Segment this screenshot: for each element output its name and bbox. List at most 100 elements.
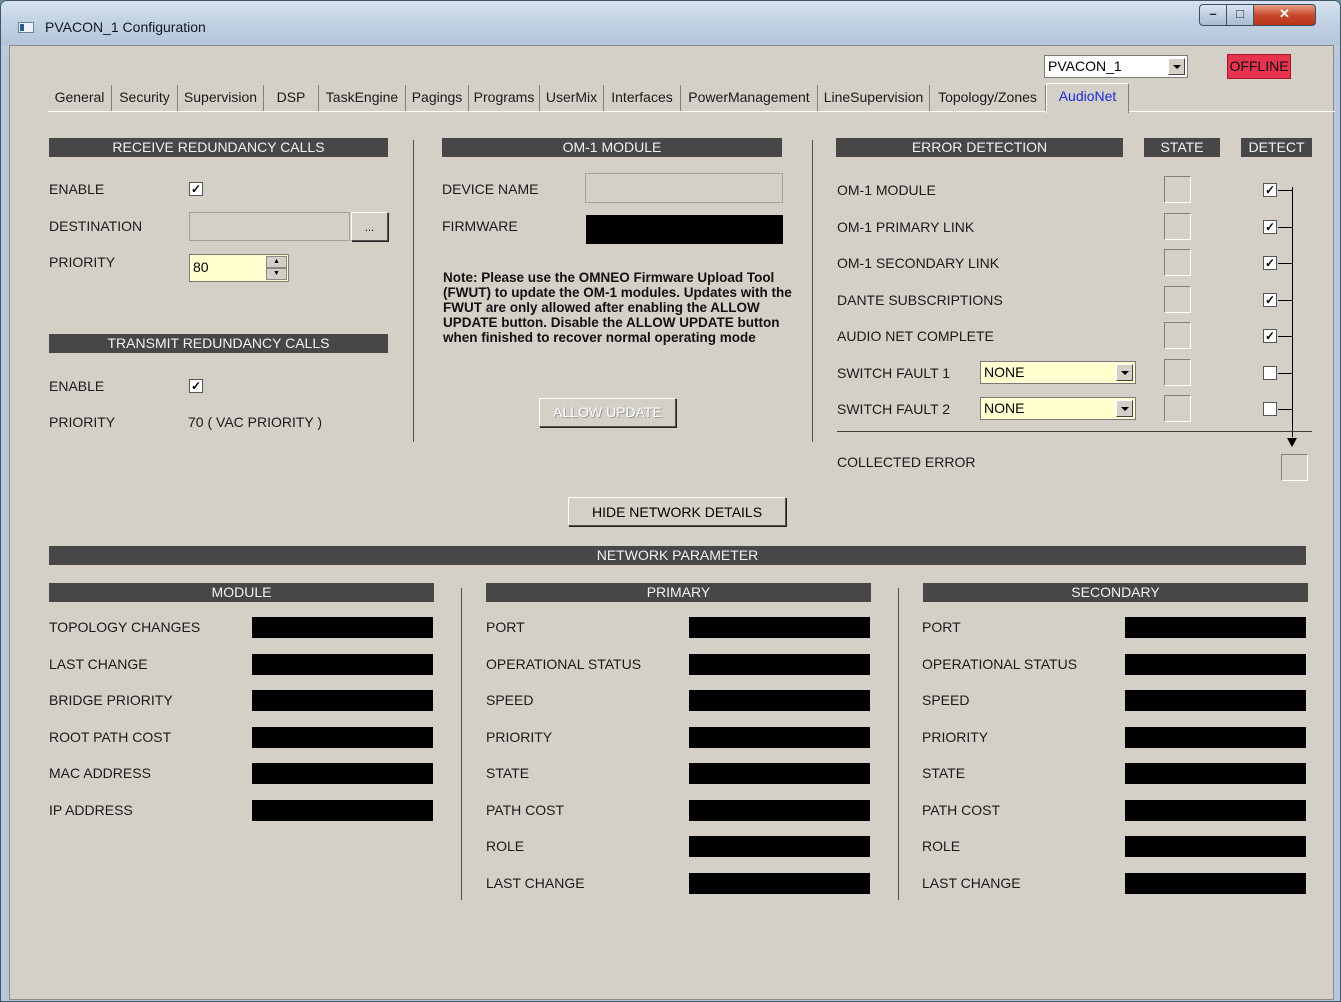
module-row-value	[252, 799, 433, 821]
secondary-row-label: OPERATIONAL STATUS	[922, 655, 1078, 672]
module-row-label: MAC ADDRESS	[49, 765, 151, 781]
column-divider	[812, 140, 813, 442]
transmit-enable-label: ENABLE	[49, 378, 105, 394]
switch-fault-select[interactable]: NONE	[980, 360, 1136, 384]
module-row-value	[252, 690, 433, 711]
detect-collector-line	[1292, 187, 1293, 437]
primary-row-value	[689, 617, 870, 638]
secondary-row-label: PATH COST	[922, 801, 1001, 818]
destination-field[interactable]	[189, 212, 350, 241]
secondary-row-value	[1125, 872, 1306, 894]
dropdown-arrow-icon[interactable]	[1116, 363, 1133, 381]
switch-fault-value: NONE	[984, 400, 1025, 416]
maximize-icon: □	[1236, 6, 1244, 21]
destination-label: DESTINATION	[49, 218, 143, 234]
tab-general[interactable]: General	[48, 85, 112, 111]
detect-checkbox[interactable]: ✓	[1263, 256, 1277, 270]
detect-connector-line	[1278, 226, 1292, 228]
tab-dsp[interactable]: DSP	[264, 85, 319, 111]
tab-supervision[interactable]: Supervision	[178, 85, 264, 111]
tab-linesupervision[interactable]: LineSupervision	[818, 85, 930, 111]
primary-row-label: PATH COST	[486, 801, 565, 818]
tab-audionet[interactable]: AudioNet	[1046, 83, 1129, 113]
primary-row-label: SPEED	[486, 692, 534, 708]
tab-topology-zones[interactable]: Topology/Zones	[930, 85, 1046, 111]
detect-connector-line	[1278, 372, 1292, 374]
detect-checkbox[interactable]: ✓	[1263, 292, 1277, 307]
error-state-indicator	[1164, 176, 1191, 203]
secondary-row-label: LAST CHANGE	[922, 874, 1021, 891]
detect-checkbox[interactable]: ✓	[1263, 219, 1277, 234]
error-row-label: DANTE SUBSCRIPTIONS	[837, 291, 1003, 308]
spin-down-icon[interactable]: ▼	[266, 268, 287, 280]
dropdown-arrow-icon[interactable]	[1168, 58, 1185, 75]
detect-checkbox[interactable]: ✓	[1263, 329, 1277, 343]
primary-header: PRIMARY	[486, 583, 871, 602]
module-row-label: LAST CHANGE	[49, 655, 148, 672]
device-name-field[interactable]	[585, 173, 783, 203]
secondary-row-value	[1125, 836, 1306, 857]
column-divider	[413, 140, 414, 442]
primary-row-value	[689, 690, 870, 711]
error-row-label: OM-1 PRIMARY LINK	[837, 218, 975, 235]
client-area: PVACON_1 OFFLINE General Security Supervis…	[9, 45, 1335, 1000]
error-state-indicator	[1164, 285, 1191, 313]
device-select[interactable]: PVACON_1	[1044, 55, 1188, 78]
close-button[interactable]: ✕	[1254, 4, 1316, 26]
transmit-header: TRANSMIT REDUNDANCY CALLS	[49, 334, 388, 353]
error-row-label: OM-1 SECONDARY LINK	[837, 255, 1000, 271]
title-bar[interactable]: PVACON_1 Configuration – □ ✕	[1, 1, 1340, 45]
detect-connector-line	[1278, 263, 1292, 264]
checkmark-icon: ✓	[1264, 183, 1276, 197]
om1-header: OM-1 MODULE	[442, 138, 782, 157]
maximize-button[interactable]: □	[1227, 4, 1254, 26]
tab-strip-divider	[48, 111, 1335, 112]
hide-network-details-button[interactable]: HIDE NETWORK DETAILS	[568, 497, 786, 526]
checkmark-icon: ✓	[1264, 329, 1276, 343]
detect-connector-line	[1278, 336, 1292, 337]
module-row-label: BRIDGE PRIORITY	[49, 692, 173, 708]
secondary-row-value	[1125, 799, 1306, 821]
tab-interfaces[interactable]: Interfaces	[604, 85, 681, 111]
tab-pagings[interactable]: Pagings	[406, 85, 469, 111]
detect-checkbox[interactable]: ✓	[1263, 183, 1277, 197]
tab-powermanagement[interactable]: PowerManagement	[681, 85, 818, 111]
tab-security[interactable]: Security	[112, 85, 178, 111]
transmit-enable-checkbox[interactable]: ✓	[189, 379, 203, 393]
receive-enable-checkbox[interactable]: ✓	[189, 182, 203, 196]
tab-usermix[interactable]: UserMix	[540, 85, 604, 111]
secondary-row-label: PORT	[922, 619, 961, 635]
tab-taskengine[interactable]: TaskEngine	[319, 85, 406, 111]
primary-row-value	[689, 653, 870, 675]
receive-priority-value: 80	[193, 259, 209, 275]
allow-update-button[interactable]: ALLOW UPDATE	[539, 398, 676, 427]
error-row-label: SWITCH FAULT 1	[837, 364, 951, 381]
transmit-priority-value: 70 ( VAC PRIORITY )	[188, 414, 323, 430]
arrow-down-icon	[1287, 438, 1297, 447]
error-row-label: OM-1 MODULE	[837, 182, 936, 198]
primary-row-value	[689, 872, 870, 894]
detect-checkbox[interactable]	[1263, 402, 1277, 416]
minimize-button[interactable]: –	[1199, 4, 1227, 26]
secondary-row-value	[1125, 617, 1306, 638]
app-window: PVACON_1 Configuration – □ ✕ PVACON_1 OF…	[0, 0, 1341, 1002]
secondary-row-value	[1125, 726, 1306, 748]
detect-checkbox[interactable]	[1263, 365, 1277, 380]
module-row-label: TOPOLOGY CHANGES	[49, 619, 201, 635]
secondary-header: SECONDARY	[923, 583, 1308, 602]
device-name-label: DEVICE NAME	[442, 181, 539, 197]
spin-up-icon[interactable]: ▲	[266, 256, 287, 268]
primary-row-label: STATE	[486, 765, 530, 781]
tab-programs[interactable]: Programs	[469, 85, 540, 111]
switch-fault-select[interactable]: NONE	[980, 397, 1136, 420]
primary-row-label: PRIORITY	[486, 728, 553, 745]
module-header: MODULE	[49, 583, 434, 602]
om1-note: Note: Please use the OMNEO Firmware Uplo…	[443, 270, 792, 345]
error-detection-header: ERROR DETECTION	[836, 138, 1123, 157]
destination-browse-button[interactable]: ...	[351, 212, 388, 241]
secondary-row-label: SPEED	[922, 692, 970, 708]
receive-priority-label: PRIORITY	[49, 254, 116, 270]
receive-priority-spinner[interactable]: 80 ▲ ▼	[189, 254, 289, 282]
dropdown-arrow-icon[interactable]	[1116, 400, 1133, 417]
error-row-label: SWITCH FAULT 2	[837, 401, 951, 417]
